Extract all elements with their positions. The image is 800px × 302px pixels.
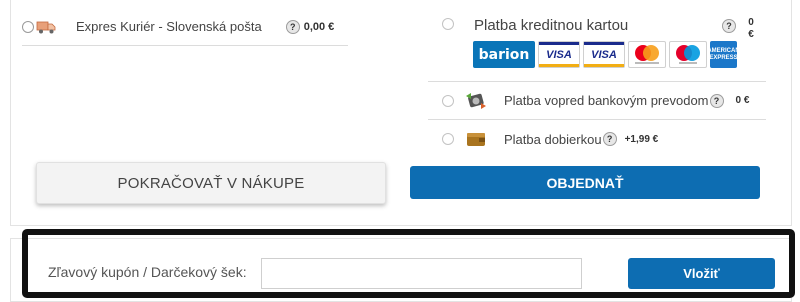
help-icon[interactable]: ?	[285, 19, 300, 34]
card-logos: barion VISA VISA AMERICAN EXPRESS	[473, 41, 740, 68]
continue-shopping-button[interactable]: POKRAČOVAŤ V NÁKUPE	[36, 162, 386, 204]
payment-card-radio[interactable]	[442, 18, 454, 30]
barion-logo: barion	[473, 41, 535, 68]
visa-logo: VISA	[538, 41, 580, 68]
payment-bank-price: 0 €	[735, 95, 750, 106]
maestro-logo	[669, 41, 707, 68]
shipping-option-label: Expres Kuriér - Slovenská pošta	[76, 19, 262, 34]
wallet-icon	[464, 129, 488, 149]
payment-cod-radio[interactable]	[442, 133, 454, 145]
mastercard-logo	[628, 41, 666, 68]
payment-card-label: Platba kreditnou kartou	[474, 17, 629, 34]
payment-cod-price: +1,99 €	[624, 133, 659, 145]
truck-icon	[36, 19, 56, 35]
help-icon[interactable]: ?	[709, 93, 724, 108]
payment-card-price: 0 €	[746, 17, 756, 41]
visa-logo-text: VISA	[546, 48, 572, 61]
payment-cod-label: Platba dobierkou	[504, 131, 602, 147]
shipping-radio[interactable]	[22, 20, 34, 33]
payment-option-bank-transfer[interactable]: Platba vopred bankovým prevodom ? 0 €	[428, 82, 766, 120]
shipping-price: 0,00 €	[303, 20, 335, 33]
payment-option-cod[interactable]: Platba dobierkou ? +1,99 €	[428, 120, 766, 158]
help-icon[interactable]: ?	[722, 19, 736, 33]
barion-logo-text: barion	[478, 46, 530, 63]
bank-transfer-icon	[464, 91, 488, 111]
order-button[interactable]: OBJEDNAŤ	[410, 166, 760, 199]
payment-bank-radio[interactable]	[442, 94, 454, 107]
amex-logo: AMERICAN EXPRESS	[707, 41, 740, 68]
payment-bank-label: Platba vopred bankovým prevodom	[504, 93, 709, 108]
shipping-option-express[interactable]: Expres Kuriér - Slovenská pošta ? 0,00 €	[22, 8, 348, 46]
payment-card-price-amount: 0	[748, 17, 754, 28]
highlight-frame	[22, 229, 795, 298]
help-icon[interactable]: ?	[602, 132, 617, 146]
visa-electron-logo: VISA	[583, 41, 625, 68]
payment-card-price-currency: €	[748, 29, 754, 40]
visa-electron-logo-text: VISA	[591, 48, 617, 61]
payment-option-card[interactable]: Platba kreditnou kartou ? 0 € barion VIS…	[428, 8, 766, 82]
